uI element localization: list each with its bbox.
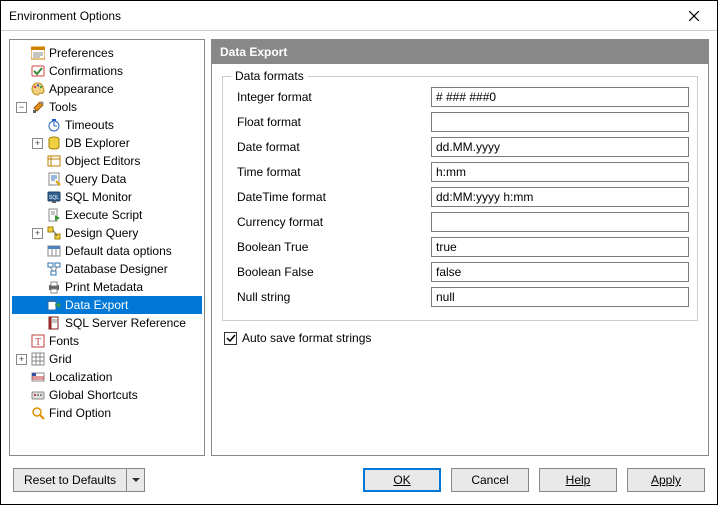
print-metadata-icon — [46, 279, 62, 295]
date-format-label: Date format — [231, 140, 431, 154]
tree-item-data-export[interactable]: Data Export — [12, 296, 202, 314]
panel-title: Data Export — [212, 40, 708, 64]
dialog-footer: Reset to Defaults OK Cancel Help Apply — [1, 456, 717, 504]
close-icon — [689, 11, 699, 21]
preferences-icon — [30, 45, 46, 61]
tree-item-print-metadata[interactable]: Print Metadata — [12, 278, 202, 296]
tree-item-appearance[interactable]: Appearance — [12, 80, 202, 98]
data-export-icon — [46, 297, 62, 313]
grid-icon — [30, 351, 46, 367]
reset-defaults-button[interactable]: Reset to Defaults — [13, 468, 127, 492]
tree-item-sql-server-reference[interactable]: SQL Server Reference — [12, 314, 202, 332]
titlebar: Environment Options — [1, 1, 717, 31]
tree-item-tools[interactable]: − Tools — [12, 98, 202, 116]
integer-format-input[interactable] — [431, 87, 689, 107]
fonts-icon: T — [30, 333, 46, 349]
cancel-button[interactable]: Cancel — [451, 468, 529, 492]
expand-icon[interactable]: + — [16, 354, 27, 365]
default-data-options-icon — [46, 243, 62, 259]
tree-item-fonts[interactable]: T Fonts — [12, 332, 202, 350]
global-shortcuts-icon — [30, 387, 46, 403]
checkbox-icon — [224, 332, 237, 345]
apply-button[interactable]: Apply — [627, 468, 705, 492]
null-string-label: Null string — [231, 290, 431, 304]
tree-item-database-designer[interactable]: Database Designer — [12, 260, 202, 278]
time-format-label: Time format — [231, 165, 431, 179]
datetime-format-label: DateTime format — [231, 190, 431, 204]
auto-save-checkbox[interactable]: Auto save format strings — [222, 331, 698, 345]
chevron-down-icon — [132, 478, 140, 482]
boolean-true-label: Boolean True — [231, 240, 431, 254]
tree-item-sql-monitor[interactable]: SQL SQL Monitor — [12, 188, 202, 206]
tree-item-default-data-options[interactable]: Default data options — [12, 242, 202, 260]
tree-item-timeouts[interactable]: Timeouts — [12, 116, 202, 134]
auto-save-label: Auto save format strings — [242, 331, 371, 345]
database-designer-icon — [46, 261, 62, 277]
datetime-format-input[interactable] — [431, 187, 689, 207]
execute-script-icon — [46, 207, 62, 223]
appearance-icon — [30, 81, 46, 97]
svg-text:SQL: SQL — [49, 195, 59, 201]
group-label: Data formats — [231, 69, 308, 83]
tree-item-db-explorer[interactable]: + DB Explorer — [12, 134, 202, 152]
time-format-input[interactable] — [431, 162, 689, 182]
close-button[interactable] — [679, 5, 709, 27]
window-title: Environment Options — [9, 9, 121, 23]
currency-format-label: Currency format — [231, 215, 431, 229]
db-explorer-icon — [46, 135, 62, 151]
dialog-body: Preferences Confirmations Appearance − T… — [1, 31, 717, 456]
nav-tree[interactable]: Preferences Confirmations Appearance − T… — [9, 39, 205, 456]
tree-item-execute-script[interactable]: Execute Script — [12, 206, 202, 224]
tree-item-global-shortcuts[interactable]: Global Shortcuts — [12, 386, 202, 404]
date-format-input[interactable] — [431, 137, 689, 157]
tree-item-design-query[interactable]: + Design Query — [12, 224, 202, 242]
tree-item-preferences[interactable]: Preferences — [12, 44, 202, 62]
boolean-true-input[interactable] — [431, 237, 689, 257]
data-formats-group: Data formats Integer format Float format… — [222, 76, 698, 321]
expand-icon[interactable]: + — [32, 138, 43, 149]
boolean-false-input[interactable] — [431, 262, 689, 282]
ok-button[interactable]: OK — [363, 468, 441, 492]
tree-item-grid[interactable]: + Grid — [12, 350, 202, 368]
tree-item-confirmations[interactable]: Confirmations — [12, 62, 202, 80]
query-data-icon — [46, 171, 62, 187]
tree-item-object-editors[interactable]: Object Editors — [12, 152, 202, 170]
null-string-input[interactable] — [431, 287, 689, 307]
help-button[interactable]: Help — [539, 468, 617, 492]
tree-item-find-option[interactable]: Find Option — [12, 404, 202, 422]
float-format-label: Float format — [231, 115, 431, 129]
currency-format-input[interactable] — [431, 212, 689, 232]
sql-monitor-icon: SQL — [46, 189, 62, 205]
float-format-input[interactable] — [431, 112, 689, 132]
svg-text:T: T — [35, 337, 41, 348]
dialog-window: Environment Options Preferences Confirma… — [0, 0, 718, 505]
content-pane: Data Export Data formats Integer format … — [211, 39, 709, 456]
reset-defaults-split: Reset to Defaults — [13, 468, 145, 492]
tree-item-query-data[interactable]: Query Data — [12, 170, 202, 188]
collapse-icon[interactable]: − — [16, 102, 27, 113]
design-query-icon — [46, 225, 62, 241]
timeouts-icon — [46, 117, 62, 133]
confirmations-icon — [30, 63, 46, 79]
find-option-icon — [30, 405, 46, 421]
expand-icon[interactable]: + — [32, 228, 43, 239]
tools-icon — [30, 99, 46, 115]
boolean-false-label: Boolean False — [231, 265, 431, 279]
integer-format-label: Integer format — [231, 90, 431, 104]
tree-item-localization[interactable]: Localization — [12, 368, 202, 386]
object-editors-icon — [46, 153, 62, 169]
reset-defaults-dropdown[interactable] — [127, 468, 145, 492]
sql-server-reference-icon — [46, 315, 62, 331]
localization-icon — [30, 369, 46, 385]
